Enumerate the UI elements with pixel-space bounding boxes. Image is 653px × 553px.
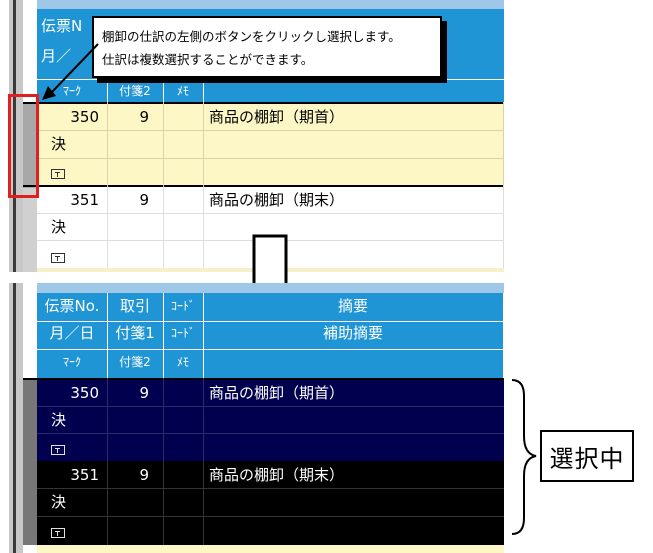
selection-label-box: 選択中 [540, 430, 634, 482]
selection-label: 選択中 [549, 444, 625, 473]
